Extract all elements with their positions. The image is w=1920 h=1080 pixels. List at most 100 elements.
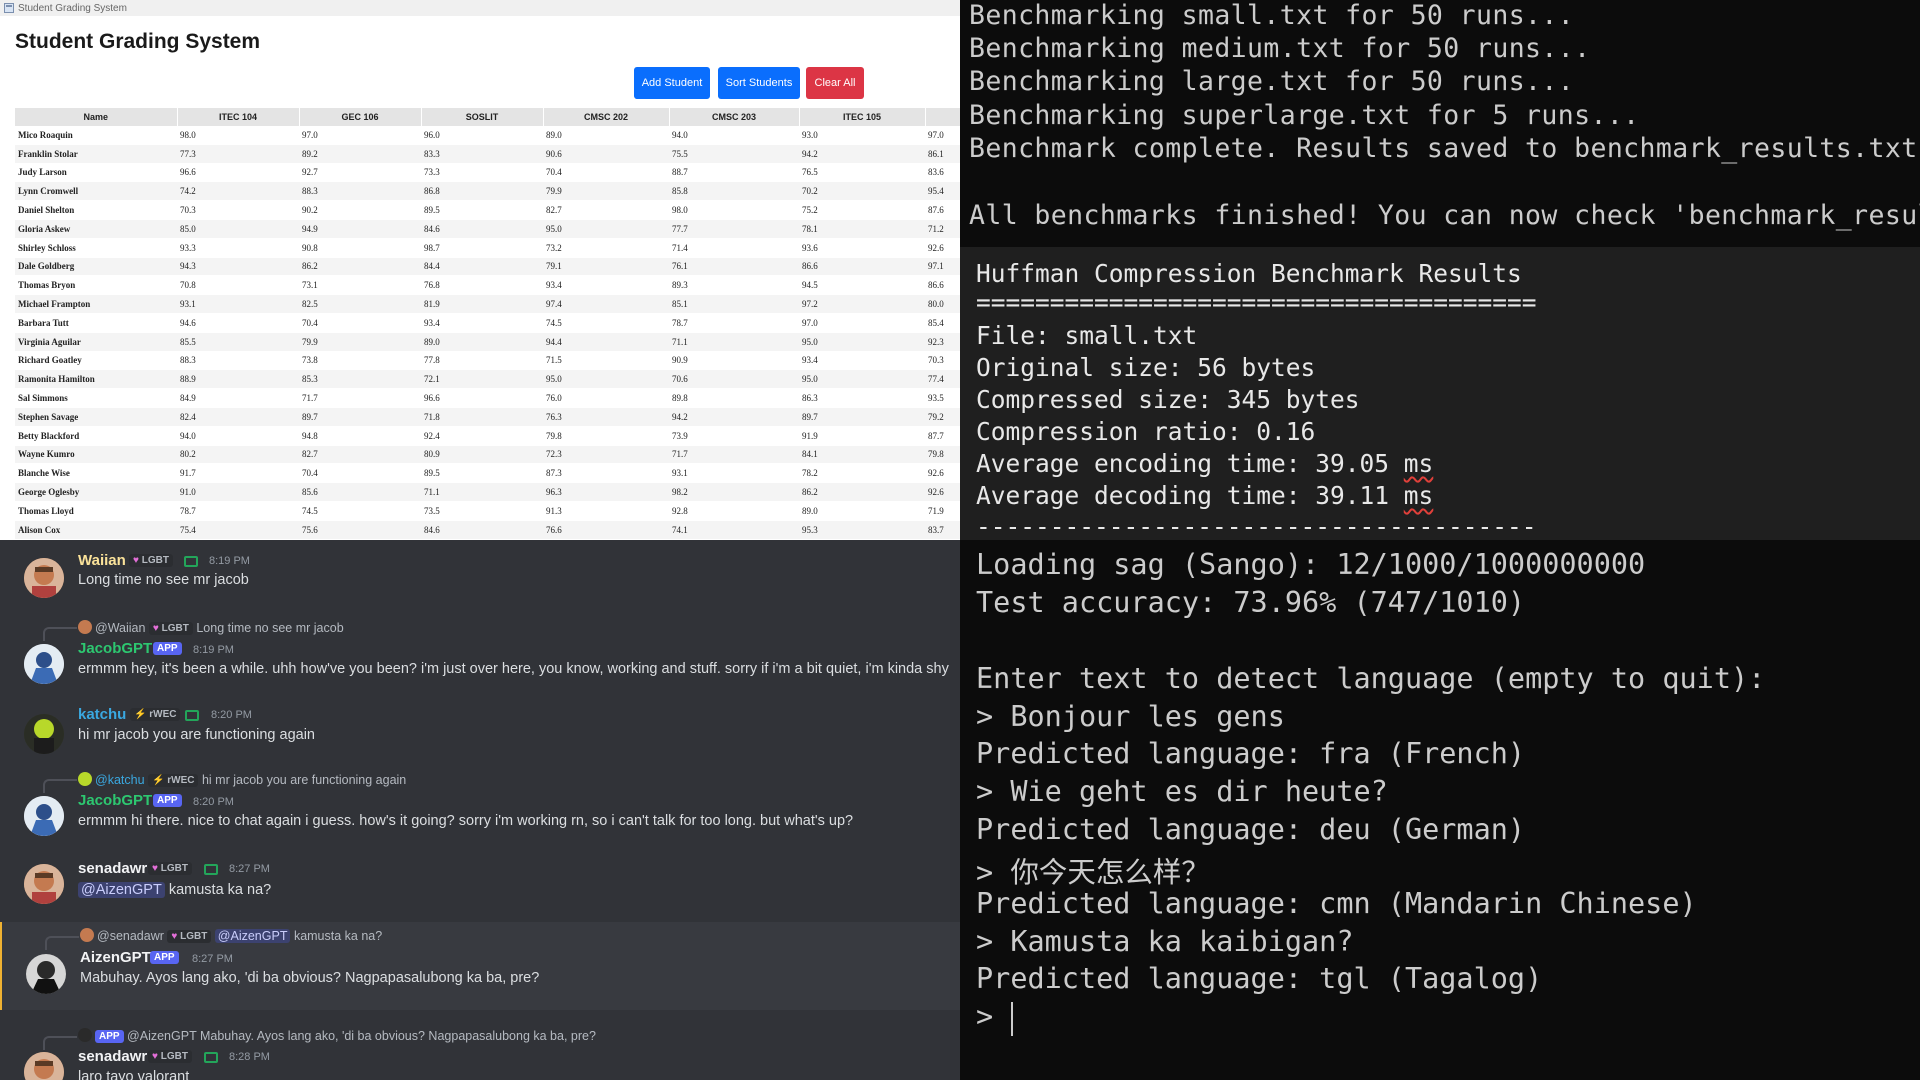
terminal-line: > Kamusta ka kaibigan? bbox=[976, 925, 1354, 958]
grade-cell: 96.6 bbox=[421, 388, 543, 408]
table-row[interactable]: Stephen Savage 82.4 89.7 71.8 76.3 94.2 89.7 79… bbox=[15, 407, 960, 427]
avatar-image bbox=[24, 864, 64, 904]
avatar[interactable] bbox=[24, 714, 64, 754]
terminal-prompt: > bbox=[976, 1000, 994, 1033]
student-name-cell: Daniel Shelton bbox=[15, 200, 177, 220]
grade-cell: 91.9 bbox=[799, 426, 925, 446]
benchmark-results-panel: Huffman Compression Benchmark Results ==… bbox=[960, 247, 1920, 540]
reply-preview[interactable]: @senadawr ♥ LGBT @AizenGPT kamusta ka na… bbox=[80, 928, 382, 943]
terminal-line: Enter text to detect language (empty to … bbox=[976, 662, 1766, 695]
mini-avatar bbox=[78, 1028, 92, 1042]
table-row[interactable]: Gloria Askew 85.0 94.9 84.6 95.0 77.7 78.1 71.2 bbox=[15, 219, 960, 239]
grade-cell: 85.1 bbox=[669, 294, 799, 314]
reply-spine bbox=[43, 1036, 77, 1050]
avatar-image bbox=[24, 796, 64, 836]
avatar[interactable] bbox=[24, 644, 64, 684]
avatar[interactable] bbox=[24, 1052, 64, 1080]
grade-cell: 84.1 bbox=[799, 445, 925, 465]
table-row[interactable]: George Oglesby 91.0 85.6 71.1 96.3 98.2 86.2 92… bbox=[15, 482, 960, 502]
role-tag: ♥ LGBT bbox=[148, 622, 193, 635]
reply-preview[interactable]: APP @AizenGPT Mabuhay. Ayos lang ako, 'd… bbox=[78, 1028, 596, 1043]
grade-cell: 87.6 bbox=[925, 200, 960, 220]
table-row[interactable]: Thomas Bryon 70.8 73.1 76.8 93.4 89.3 94.5 86.6 bbox=[15, 275, 960, 296]
grade-cell: 72.3 bbox=[543, 445, 669, 465]
username[interactable]: JacobGPT bbox=[78, 640, 152, 657]
student-name-cell: Ramonita Hamilton bbox=[15, 369, 177, 390]
timestamp: 8:28 PM bbox=[229, 1051, 270, 1063]
grade-cell: 93.1 bbox=[177, 294, 299, 314]
table-row[interactable]: Mico Roaquin 98.0 97.0 96.0 89.0 94.0 93.0 97.0 bbox=[15, 126, 960, 145]
avatar[interactable] bbox=[24, 558, 64, 598]
student-name-cell: Dale Goldberg bbox=[15, 257, 177, 277]
username[interactable]: katchu bbox=[78, 706, 126, 723]
table-row[interactable]: Sal Simmons 84.9 71.7 96.6 76.0 89.8 86.3 93.5 bbox=[15, 388, 960, 408]
role-tag: ♥ LGBT bbox=[148, 862, 192, 875]
table-row[interactable]: Dale Goldberg 94.3 86.2 84.4 79.1 76.1 86.6 97.… bbox=[15, 257, 960, 277]
app-badge: APP bbox=[153, 642, 182, 655]
grade-cell: 89.7 bbox=[799, 407, 925, 427]
grade-cell: 73.3 bbox=[421, 163, 543, 183]
grade-cell: 88.9 bbox=[177, 369, 299, 390]
reply-username: @Waiian bbox=[95, 621, 146, 635]
message-text: ermmm hey, it's been a while. uhh how've… bbox=[78, 661, 949, 677]
grade-cell: 89.7 bbox=[299, 407, 421, 427]
language-detector-terminal[interactable]: Loading sag (Sango): 12/1000/1000000000 … bbox=[960, 540, 1920, 1080]
results-ratio: Compression ratio: 0.16 bbox=[976, 417, 1316, 446]
table-row[interactable]: Blanche Wise 91.7 70.4 89.5 87.3 93.1 78.2 92.6 bbox=[15, 463, 960, 484]
add-student-button[interactable]: Add Student bbox=[634, 67, 710, 99]
table-row[interactable]: Thomas Lloyd 78.7 74.5 73.5 91.3 92.8 89.0 71.9 bbox=[15, 501, 960, 521]
avatar-image bbox=[24, 714, 64, 754]
student-name-cell: Michael Frampton bbox=[15, 294, 177, 314]
table-row[interactable]: Betty Blackford 94.0 94.8 92.4 79.8 73.9 91.9 8… bbox=[15, 426, 960, 446]
username[interactable]: AizenGPT bbox=[80, 949, 151, 966]
avatar[interactable] bbox=[24, 864, 64, 904]
table-row[interactable]: Lynn Cromwell 74.2 88.3 86.8 79.9 85.8 70.2 95.… bbox=[15, 181, 960, 202]
grade-cell: 79.9 bbox=[543, 181, 669, 202]
message-text: hi mr jacob you are functioning again bbox=[78, 727, 315, 743]
student-name-cell: Alison Cox bbox=[15, 520, 177, 540]
username[interactable]: JacobGPT bbox=[78, 792, 152, 809]
grade-cell: 86.3 bbox=[799, 388, 925, 408]
grade-cell: 82.7 bbox=[543, 200, 669, 220]
message-text: Mabuhay. Ayos lang ako, 'di ba obvious? … bbox=[80, 970, 540, 986]
username[interactable]: senadawr bbox=[78, 860, 147, 877]
grade-cell: 86.6 bbox=[799, 257, 925, 277]
table-row[interactable]: Judy Larson 96.6 92.7 73.3 70.4 88.7 76.5 83.6 bbox=[15, 163, 960, 183]
username[interactable]: Waiian bbox=[78, 552, 126, 569]
table-row[interactable]: Franklin Stolar 77.3 89.2 83.3 90.6 75.5 94.2 8… bbox=[15, 144, 960, 164]
table-row[interactable]: Virginia Aguilar 85.5 79.9 89.0 94.4 71.1 95.0… bbox=[15, 332, 960, 352]
mention[interactable]: @AizenGPT bbox=[78, 882, 165, 898]
reply-preview[interactable]: @katchu ⚡ rWEC hi mr jacob you are funct… bbox=[78, 772, 406, 787]
table-row[interactable]: Daniel Shelton 70.3 90.2 89.5 82.7 98.0 75.2 87… bbox=[15, 200, 960, 220]
reply-preview[interactable]: @Waiian ♥ LGBT Long time no see mr jacob bbox=[78, 620, 344, 635]
sort-students-button[interactable]: Sort Students bbox=[718, 67, 800, 99]
role-tag-label: LGBT bbox=[160, 1051, 188, 1062]
grade-cell: 85.0 bbox=[177, 219, 299, 239]
grade-cell: 78.7 bbox=[177, 501, 299, 521]
grade-cell: 76.8 bbox=[421, 275, 543, 296]
clear-all-button[interactable]: Clear All bbox=[806, 67, 864, 99]
table-row[interactable]: Richard Goatley 88.3 73.8 77.8 71.5 90.9 93.4 7… bbox=[15, 351, 960, 371]
grade-cell: 71.7 bbox=[299, 388, 421, 408]
table-row[interactable]: Shirley Schloss 93.3 90.8 98.7 73.2 71.4 93.6 9… bbox=[15, 238, 960, 258]
grade-cell: 71.2 bbox=[925, 219, 960, 239]
avatar[interactable] bbox=[24, 796, 64, 836]
grade-cell: 70.4 bbox=[543, 163, 669, 183]
table-row[interactable]: Barbara Tutt 94.6 70.4 93.4 74.5 78.7 97.0 85.4 bbox=[15, 313, 960, 333]
grade-cell: 94.8 bbox=[299, 426, 421, 446]
username[interactable]: senadawr bbox=[78, 1048, 147, 1065]
mention[interactable]: @AizenGPT bbox=[214, 929, 291, 943]
student-name-cell: Barbara Tutt bbox=[15, 313, 177, 333]
student-name-cell: Judy Larson bbox=[15, 163, 177, 183]
table-row[interactable]: Wayne Kumro 80.2 82.7 80.9 72.3 71.7 84.1 79.8 bbox=[15, 445, 960, 465]
grade-cell: 95.3 bbox=[799, 520, 925, 540]
grade-cell: 98.2 bbox=[669, 482, 799, 502]
table-row[interactable]: Ramonita Hamilton 88.9 85.3 72.1 95.0 70.6 95.… bbox=[15, 369, 960, 390]
grade-cell: 79.8 bbox=[925, 445, 960, 465]
timestamp: 8:20 PM bbox=[211, 709, 252, 721]
reply-username: @senadawr bbox=[97, 929, 164, 943]
timestamp: 8:27 PM bbox=[229, 863, 270, 875]
table-row[interactable]: Alison Cox 75.4 75.6 84.6 76.6 74.1 95.3 83.7 bbox=[15, 520, 960, 540]
table-row[interactable]: Michael Frampton 93.1 82.5 81.9 97.4 85.1 97.2… bbox=[15, 294, 960, 314]
avatar[interactable] bbox=[26, 954, 66, 994]
